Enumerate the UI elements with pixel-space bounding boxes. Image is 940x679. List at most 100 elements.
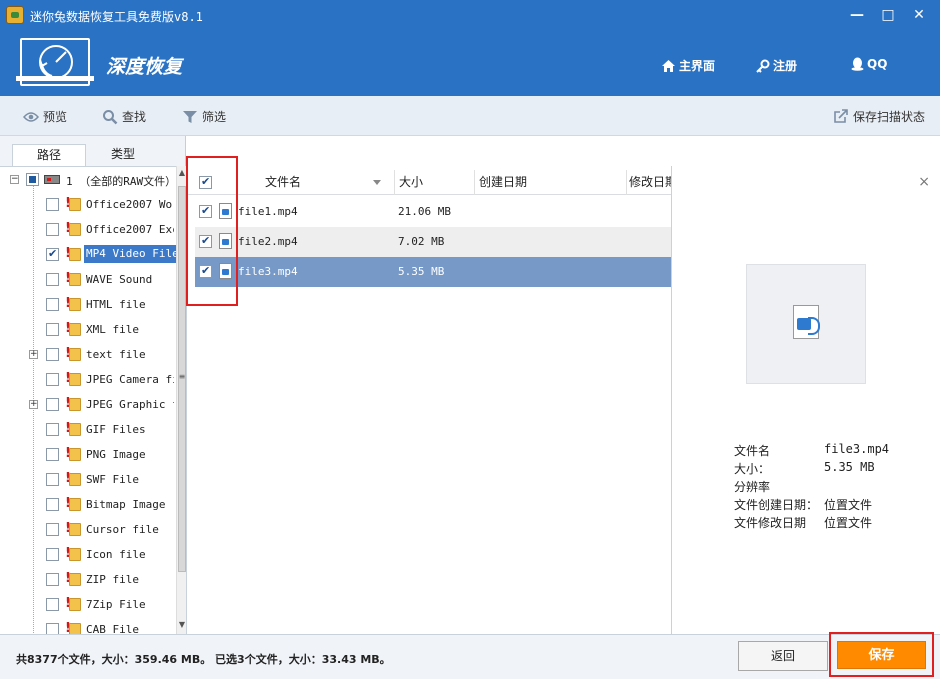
tree-item-checkbox[interactable] <box>46 247 59 261</box>
tree-item-checkbox[interactable] <box>46 448 59 461</box>
tree-item[interactable]: !MP4 Video File <box>0 242 176 267</box>
maximize-button[interactable]: □ <box>877 6 899 24</box>
nav-home-label: 主界面 <box>679 59 716 73</box>
tree-item-label: CAB File <box>86 623 139 634</box>
tree-item-checkbox[interactable] <box>46 348 59 361</box>
expand-toggle[interactable]: + <box>29 350 38 359</box>
tree-item[interactable]: !JPEG Camera file <box>0 367 176 392</box>
nav-qq-label: QQ <box>867 57 888 71</box>
tree-item-checkbox[interactable] <box>46 498 59 511</box>
tree-item[interactable]: ! Bitmap Image <box>0 492 176 517</box>
app-icon <box>6 6 24 24</box>
minimize-button[interactable]: — <box>846 6 868 24</box>
tree-item[interactable]: ! XML file <box>0 317 176 342</box>
folder-icon <box>69 498 81 511</box>
file-name: file1.mp4 <box>238 205 298 218</box>
drive-icon <box>44 175 60 184</box>
file-size: 7.02 MB <box>398 235 445 248</box>
folder-icon <box>69 198 81 211</box>
collapse-toggle[interactable]: − <box>10 175 19 184</box>
sort-desc-icon <box>373 180 381 185</box>
tree-item-checkbox[interactable] <box>46 323 59 336</box>
tab-path[interactable]: 路径 <box>12 144 86 166</box>
tree-item-label: XML file <box>86 323 139 336</box>
folder-icon <box>69 398 81 411</box>
tree-item-checkbox[interactable] <box>46 423 59 436</box>
folder-icon <box>69 448 81 461</box>
tree-item[interactable]: !Office2007 Word Document <box>0 192 176 217</box>
tree-item-checkbox[interactable] <box>46 198 59 211</box>
folder-icon <box>69 348 81 361</box>
tree-item[interactable]: ! SWF File <box>0 467 176 492</box>
tree-item[interactable]: +!JPEG Graphic file <box>0 392 176 417</box>
file-list: 文件名 大小 创建日期 修改日期 file1.mp4 21.06 MB file… <box>186 166 671 634</box>
tree-item[interactable]: ! GIF Files <box>0 417 176 442</box>
tree-item[interactable]: ! Cursor file <box>0 517 176 542</box>
file-list-header: 文件名 大小 创建日期 修改日期 <box>187 170 671 195</box>
column-size[interactable]: 大小 <box>395 170 475 195</box>
tab-type[interactable]: 类型 <box>86 144 160 166</box>
file-row[interactable]: file1.mp4 21.06 MB <box>195 197 671 227</box>
save-button[interactable]: 保存 <box>837 641 926 669</box>
tree-item-checkbox[interactable] <box>46 223 59 236</box>
column-name[interactable]: 文件名 <box>217 170 395 195</box>
tree-scrollbar[interactable]: ▲ ≡ ▼ <box>176 166 186 634</box>
close-button[interactable]: ✕ <box>908 6 930 24</box>
search-button[interactable]: 查找 <box>102 108 146 125</box>
tree-item-label: JPEG Camera file <box>86 373 174 386</box>
tree-item-label: SWF File <box>86 473 139 486</box>
tree-item[interactable]: ! HTML file <box>0 292 176 317</box>
nav-qq[interactable]: QQ <box>851 57 887 71</box>
tree-item-checkbox[interactable] <box>46 273 59 286</box>
folder-icon <box>69 223 81 236</box>
nav-register[interactable]: 注册 <box>756 57 797 74</box>
preview-thumbnail <box>746 264 866 384</box>
column-modified[interactable]: 修改日期 <box>627 170 671 195</box>
tree-item-checkbox[interactable] <box>46 398 59 411</box>
tree-item-checkbox[interactable] <box>46 298 59 311</box>
tree-item[interactable]: ! ZIP file <box>0 567 176 592</box>
file-name: file3.mp4 <box>238 265 298 278</box>
preview-close-icon[interactable]: × <box>918 174 930 190</box>
toolbar: 预览 查找 筛选 保存扫描状态 <box>0 96 940 136</box>
tree-item[interactable]: ! PNG Image <box>0 442 176 467</box>
tree-item-checkbox[interactable] <box>46 573 59 586</box>
status-bar: 共8377个文件，大小：359.46 MB。 已选3个文件，大小：33.43 M… <box>0 634 940 679</box>
export-icon <box>834 109 848 123</box>
home-icon <box>662 59 675 72</box>
tree-item[interactable]: ! Icon file <box>0 542 176 567</box>
file-size: 21.06 MB <box>398 205 451 218</box>
tree-item[interactable]: ! CAB File <box>0 617 176 634</box>
root-checkbox[interactable] <box>26 173 39 186</box>
tree-item-checkbox[interactable] <box>46 598 59 611</box>
tree-item-checkbox[interactable] <box>46 623 59 634</box>
info-value: 位置文件 <box>824 516 873 530</box>
tree-item-label: GIF Files <box>86 423 146 436</box>
tree-root[interactable]: − 1 （全部的RAW文件） <box>0 167 176 192</box>
tree-item[interactable]: ! WAVE Sound <box>0 267 176 292</box>
info-value: file3.mp4 <box>824 442 890 456</box>
info-key: 文件修改日期 <box>734 516 807 530</box>
nav-home[interactable]: 主界面 <box>661 57 715 74</box>
column-created[interactable]: 创建日期 <box>475 170 627 195</box>
file-size: 5.35 MB <box>398 265 445 278</box>
tree-item[interactable]: ! 7Zip File <box>0 592 176 617</box>
folder-icon <box>69 273 81 286</box>
file-row-selected[interactable]: file3.mp4 5.35 MB <box>195 257 671 287</box>
window-title: 迷你兔数据恢复工具免费版v8.1 <box>30 10 203 24</box>
preview-pane: × 文件名 file3.mp4 大小： 5.35 MB 分辨率 文件创建日期： … <box>671 166 940 634</box>
tree-item-checkbox[interactable] <box>46 373 59 386</box>
file-row[interactable]: file2.mp4 7.02 MB <box>195 227 671 257</box>
tree-item[interactable]: !Office2007 Excel Document <box>0 217 176 242</box>
tree-item-checkbox[interactable] <box>46 473 59 486</box>
tree-item[interactable]: +! text file <box>0 342 176 367</box>
back-button[interactable]: 返回 <box>738 641 828 671</box>
preview-button[interactable]: 预览 <box>23 108 67 125</box>
tree-item-label: MP4 Video File <box>84 245 176 263</box>
filter-button[interactable]: 筛选 <box>182 108 226 125</box>
tree-item-checkbox[interactable] <box>46 548 59 561</box>
expand-toggle[interactable]: + <box>29 400 38 409</box>
tree-item-label: HTML file <box>86 298 146 311</box>
save-scan-state-button[interactable]: 保存扫描状态 <box>833 108 925 125</box>
tree-item-checkbox[interactable] <box>46 523 59 536</box>
